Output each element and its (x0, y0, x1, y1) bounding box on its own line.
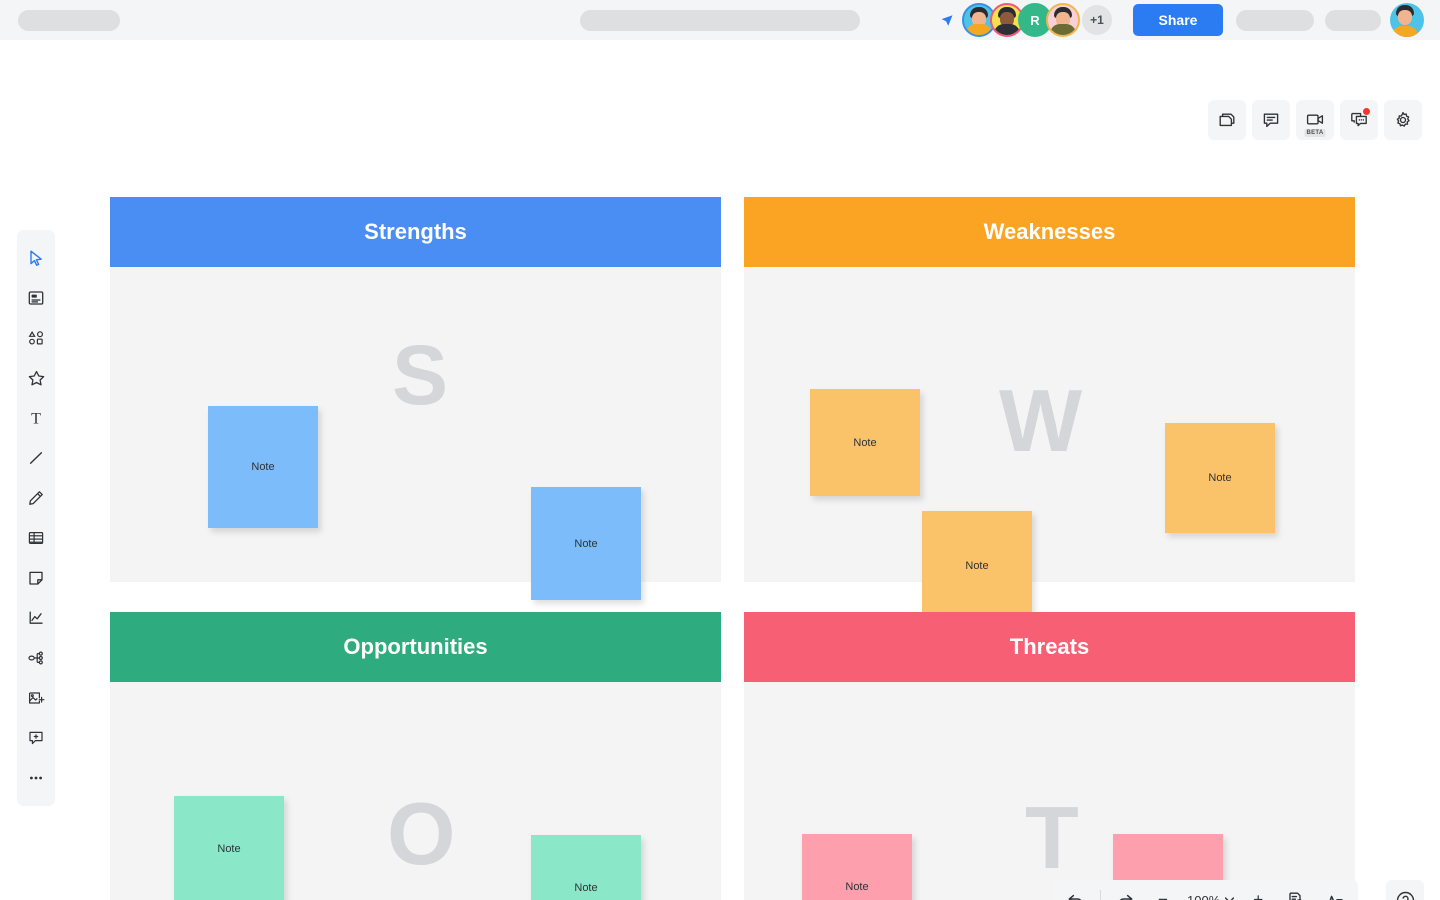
watermark-letter-s: S (392, 328, 449, 422)
comment-add-tool[interactable] (17, 718, 55, 758)
star-tool[interactable] (17, 358, 55, 398)
sticky-note-label: Note (574, 537, 598, 550)
toolbar-divider (1100, 890, 1101, 900)
quadrant-body-threats[interactable]: T Note Note Note (744, 682, 1355, 900)
quadrant-header-strengths: Strengths (110, 197, 721, 267)
line-tool[interactable] (17, 438, 55, 478)
template-tool[interactable] (17, 278, 55, 318)
image-tool[interactable] (17, 678, 55, 718)
search-bar-placeholder[interactable] (580, 9, 860, 31)
watermark-letter-t: T (1025, 788, 1079, 887)
sticky-note[interactable]: Note (208, 406, 318, 528)
miro-board-app: R +1 Share T BETA Strengths S Note Note … (0, 0, 1440, 900)
quadrant-strengths[interactable]: Strengths S Note Note (110, 197, 721, 600)
quadrant-body-opportunities[interactable]: O Note Note Note (110, 682, 721, 900)
sticky-note-label: Note (845, 881, 869, 893)
shapes-tool[interactable] (17, 318, 55, 358)
svg-text:T: T (31, 411, 41, 428)
sticky-note-label: Note (217, 842, 241, 855)
sticky-note-label: Note (1208, 472, 1232, 484)
quadrant-header-threats: Threats (744, 612, 1355, 682)
sticky-note-label: Note (965, 560, 989, 572)
quadrant-title: Threats (1009, 634, 1090, 659)
history-snapshot-icon[interactable] (1278, 880, 1314, 900)
zoom-out-label: − (1158, 890, 1168, 900)
avatar[interactable] (1046, 3, 1080, 37)
notification-dot (1363, 108, 1370, 115)
toolbar-placeholder-one[interactable] (1236, 9, 1314, 31)
quadrant-body-weaknesses[interactable]: W Note Note Note (744, 267, 1355, 621)
zoom-out-button[interactable]: − (1145, 880, 1181, 900)
more-tools[interactable] (17, 758, 55, 798)
quadrant-body-strengths[interactable]: S Note Note (110, 267, 721, 600)
frames-icon[interactable] (1208, 100, 1246, 140)
quadrant-header-opportunities: Opportunities (110, 612, 721, 682)
quadrant-opportunities[interactable]: Opportunities O Note Note Note (110, 612, 721, 900)
share-button[interactable]: Share (1133, 4, 1223, 36)
cursor-pointer-icon[interactable] (938, 12, 956, 30)
sticky-note-tool[interactable] (17, 558, 55, 598)
redo-button[interactable] (1107, 880, 1143, 900)
zoom-level-value: 100% (1187, 892, 1221, 900)
chat-icon[interactable] (1340, 100, 1378, 140)
undo-button[interactable] (1058, 880, 1094, 900)
gear-icon[interactable] (1384, 100, 1422, 140)
top-right-toolbar: BETA (1208, 100, 1422, 140)
table-tool[interactable] (17, 518, 55, 558)
top-bar: R +1 Share (0, 0, 1440, 40)
sticky-note[interactable]: Note (531, 835, 641, 900)
watermark-letter-w: W (999, 371, 1083, 470)
sticky-note[interactable]: Note (1165, 423, 1275, 533)
sticky-note[interactable]: Note (810, 389, 920, 496)
quadrant-title: Weaknesses (983, 219, 1116, 244)
quadrant-title: Strengths (364, 219, 467, 244)
mindmap-tool[interactable] (17, 638, 55, 678)
activity-pulse-icon[interactable] (1316, 880, 1352, 900)
sticky-note-label: Note (853, 436, 877, 449)
sticky-note[interactable]: Note (922, 511, 1032, 621)
video-icon[interactable]: BETA (1296, 100, 1334, 140)
sticky-note[interactable]: Note (531, 487, 641, 600)
current-user-avatar[interactable] (1390, 3, 1424, 37)
quadrant-title: Opportunities (343, 634, 488, 659)
avatar-overflow-count[interactable]: +1 (1082, 5, 1112, 35)
select-cursor-tool[interactable] (17, 238, 55, 278)
sticky-note[interactable]: Note (802, 834, 912, 900)
sticky-note-label: Note (574, 881, 598, 894)
chart-tool[interactable] (17, 598, 55, 638)
quadrant-weaknesses[interactable]: Weaknesses W Note Note Note (744, 197, 1355, 621)
toolbar-placeholder-two[interactable] (1325, 9, 1381, 31)
comment-icon[interactable] (1252, 100, 1290, 140)
board-title-placeholder[interactable] (18, 9, 120, 31)
quadrant-threats[interactable]: Threats T Note Note Note (744, 612, 1355, 900)
watermark-letter-o: O (387, 784, 456, 883)
quadrant-header-weaknesses: Weaknesses (744, 197, 1355, 267)
zoom-level-dropdown[interactable]: 100% (1183, 893, 1238, 900)
sticky-note-label: Note (251, 461, 275, 473)
zoom-in-label: + (1253, 890, 1264, 900)
zoom-in-button[interactable]: + (1240, 880, 1276, 900)
beta-badge: BETA (1304, 129, 1326, 137)
text-tool[interactable]: T (17, 398, 55, 438)
board-canvas[interactable]: T BETA Strengths S Note Note Weaknesses … (0, 40, 1440, 900)
sticky-note[interactable]: Note (174, 796, 284, 900)
left-tool-panel: T (17, 230, 55, 806)
help-button[interactable] (1386, 880, 1424, 900)
bottom-toolbar: − 100% + (1052, 880, 1359, 900)
pen-tool[interactable] (17, 478, 55, 518)
collaborator-avatars: R +1 (962, 3, 1112, 37)
